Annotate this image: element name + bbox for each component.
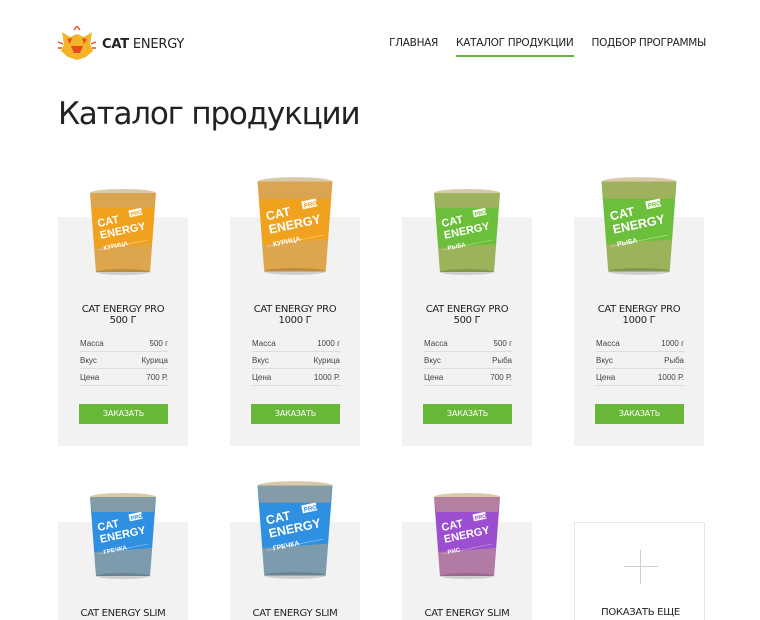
product-title: CAT ENERGY PRO 500 Г bbox=[81, 304, 165, 326]
product-title: CAT ENERGY SLIM bbox=[424, 608, 510, 619]
spec-label: Вкус bbox=[80, 356, 97, 365]
main-nav: ГЛАВНАЯ КАТАЛОГ ПРОДУКЦИИ ПОДБОР ПРОГРАМ… bbox=[389, 37, 706, 57]
site-header: CAT ENERGY ГЛАВНАЯ КАТАЛОГ ПРОДУКЦИИ ПОД… bbox=[58, 26, 706, 62]
spec-label: Масса bbox=[596, 339, 620, 348]
spec-value: 700 Р. bbox=[146, 373, 168, 382]
spec-row-mass: Масса 500 г bbox=[80, 335, 168, 352]
spec-row-mass: Масса 1000 г bbox=[596, 335, 684, 352]
spec-row-taste: Вкус Рыба bbox=[596, 352, 684, 369]
nav-link-program[interactable]: ПОДБОР ПРОГРАММЫ bbox=[592, 37, 707, 57]
product-pack-image: CATENERGYPROКУРИЦА bbox=[257, 177, 333, 275]
product-specs: Масса 1000 г Вкус Курица Цена 1000 Р. bbox=[252, 335, 340, 386]
spec-row-taste: Вкус Рыба bbox=[424, 352, 512, 369]
spec-label: Масса bbox=[80, 339, 104, 348]
spec-label: Вкус bbox=[424, 356, 441, 365]
page-title: Каталог продукции bbox=[58, 96, 361, 132]
spec-value: 1000 г bbox=[317, 339, 340, 348]
product-pack-image: CATENERGYPROРЫБА bbox=[601, 177, 677, 275]
product-specs: Масса 500 г Вкус Рыба Цена 700 Р. bbox=[424, 335, 512, 386]
product-image[interactable]: CAT ENERGY PRO РИС bbox=[432, 492, 502, 585]
product-title: CAT ENERGY PRO 1000 Г bbox=[597, 304, 681, 326]
spec-value: Рыба bbox=[664, 356, 684, 365]
product-image[interactable]: CAT ENERGY PRO РЫБА bbox=[432, 188, 502, 281]
spec-label: Цена bbox=[80, 373, 100, 382]
spec-value: Рыба bbox=[492, 356, 512, 365]
spec-row-mass: Масса 500 г bbox=[424, 335, 512, 352]
show-more-card[interactable]: ПОКАЗАТЬ ЕЩЕ bbox=[574, 522, 705, 620]
product-title: CAT ENERGY SLIM bbox=[252, 608, 338, 619]
spec-label: Цена bbox=[596, 373, 616, 382]
spec-value: 500 г bbox=[149, 339, 169, 348]
product-title: CAT ENERGY PRO 500 Г bbox=[425, 304, 509, 326]
product-image[interactable]: CAT ENERGY PRO ГРЕЧКА bbox=[251, 480, 339, 585]
spec-value: 1000 Р. bbox=[657, 373, 684, 382]
order-button[interactable]: ЗАКАЗАТЬ bbox=[79, 404, 168, 424]
spec-label: Масса bbox=[252, 339, 276, 348]
show-more-label: ПОКАЗАТЬ ЕЩЕ bbox=[601, 607, 680, 618]
nav-link-catalog[interactable]: КАТАЛОГ ПРОДУКЦИИ bbox=[456, 37, 574, 57]
product-image[interactable]: CAT ENERGY PRO КУРИЦА bbox=[251, 176, 339, 281]
product-image[interactable]: CAT ENERGY PRO ГРЕЧКА bbox=[88, 492, 158, 585]
product-pack-image: CATENERGYPROРЫБА bbox=[434, 189, 500, 275]
plus-icon bbox=[624, 550, 658, 584]
spec-label: Вкус bbox=[252, 356, 269, 365]
product-title: CAT ENERGY SLIM bbox=[80, 608, 166, 619]
spec-value: 500 г bbox=[493, 339, 513, 348]
spec-row-taste: Вкус Курица bbox=[80, 352, 168, 369]
product-specs: Масса 500 г Вкус Курица Цена 700 Р. bbox=[80, 335, 168, 386]
spec-row-mass: Масса 1000 г bbox=[252, 335, 340, 352]
spec-label: Масса bbox=[424, 339, 448, 348]
product-image[interactable]: CAT ENERGY PRO РЫБА bbox=[595, 176, 683, 281]
spec-label: Цена bbox=[252, 373, 272, 382]
logo[interactable]: CAT ENERGY bbox=[58, 26, 184, 62]
product-specs: Масса 1000 г Вкус Рыба Цена 1000 Р. bbox=[596, 335, 684, 386]
order-button[interactable]: ЗАКАЗАТЬ bbox=[251, 404, 340, 424]
spec-row-price: Цена 700 Р. bbox=[424, 369, 512, 386]
spec-label: Вкус bbox=[596, 356, 613, 365]
product-pack-image: CATENERGYPROРИС bbox=[434, 493, 500, 579]
spec-value: Курица bbox=[141, 356, 168, 365]
brand-name: CAT ENERGY bbox=[102, 36, 185, 52]
spec-row-price: Цена 700 Р. bbox=[80, 369, 168, 386]
spec-row-taste: Вкус Курица bbox=[252, 352, 340, 369]
spec-value: 1000 г bbox=[661, 339, 684, 348]
product-pack-image: CATENERGYPROКУРИЦА bbox=[90, 189, 156, 275]
spec-value: 1000 Р. bbox=[313, 373, 340, 382]
spec-value: Курица bbox=[313, 356, 340, 365]
nav-link-home[interactable]: ГЛАВНАЯ bbox=[389, 37, 438, 57]
order-button[interactable]: ЗАКАЗАТЬ bbox=[595, 404, 684, 424]
order-button[interactable]: ЗАКАЗАТЬ bbox=[423, 404, 512, 424]
spec-value: 700 Р. bbox=[490, 373, 512, 382]
product-pack-image: CATENERGYPROГРЕЧКА bbox=[257, 481, 333, 579]
product-title: CAT ENERGY PRO 1000 Г bbox=[253, 304, 337, 326]
spec-label: Цена bbox=[424, 373, 444, 382]
spec-row-price: Цена 1000 Р. bbox=[252, 369, 340, 386]
product-image[interactable]: CAT ENERGY PRO КУРИЦА bbox=[88, 188, 158, 281]
spec-row-price: Цена 1000 Р. bbox=[596, 369, 684, 386]
cat-logo-icon bbox=[58, 26, 96, 60]
product-pack-image: CATENERGYPROГРЕЧКА bbox=[90, 493, 156, 579]
